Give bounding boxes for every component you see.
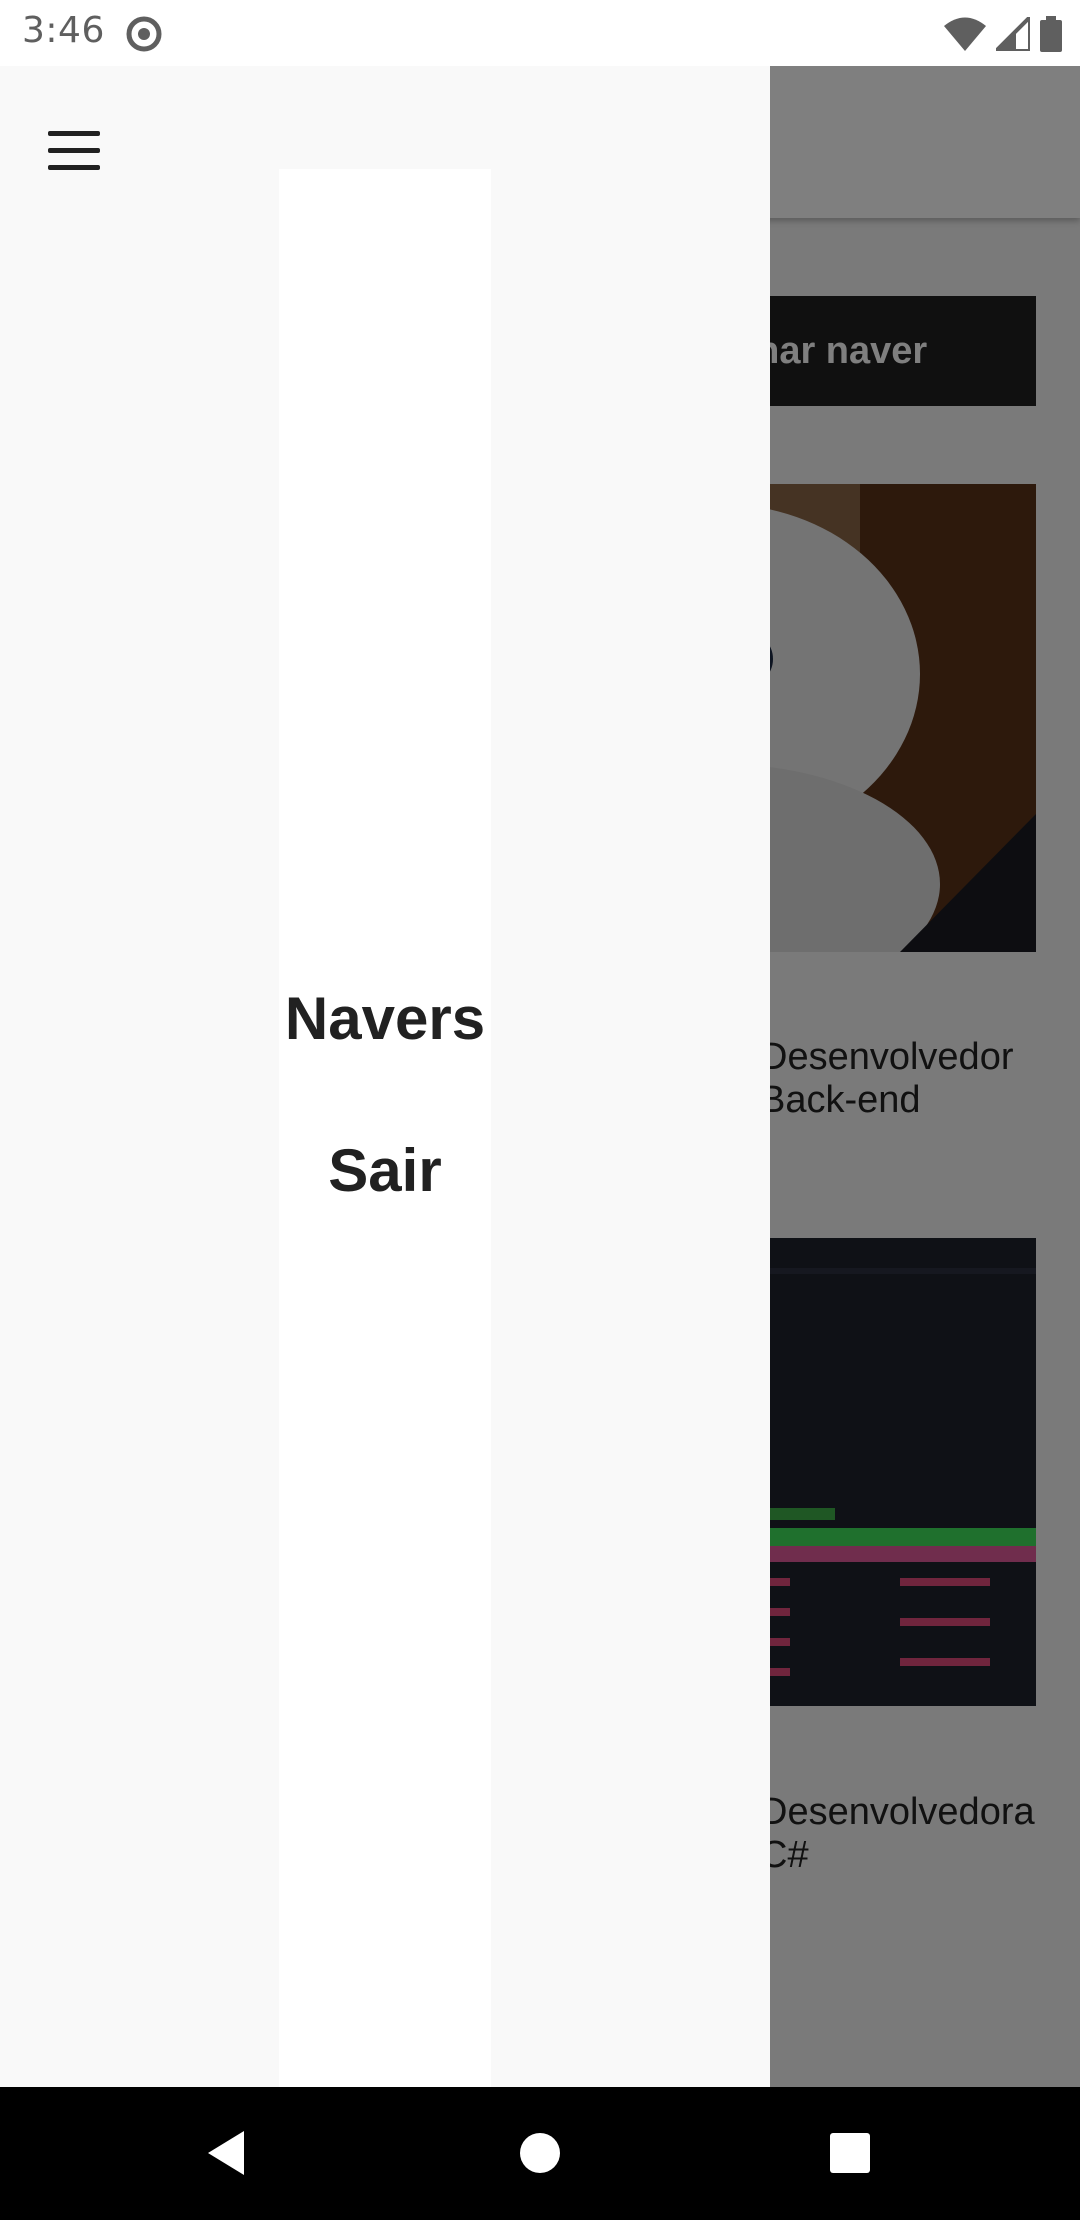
status-time: 3:46 [22, 10, 105, 51]
drawer-menu-panel [279, 169, 491, 2087]
sync-icon [126, 16, 162, 52]
system-navigation-bar [0, 2087, 1080, 2220]
status-icons [944, 14, 1062, 54]
recents-icon[interactable] [820, 2123, 880, 2183]
signal-icon [996, 17, 1030, 51]
navigation-drawer: Navers Sair [0, 66, 770, 2087]
battery-icon [1040, 16, 1062, 52]
drawer-item-sair[interactable]: Sair [279, 1136, 491, 1205]
home-icon[interactable] [510, 2123, 570, 2183]
back-icon[interactable] [196, 2123, 256, 2183]
menu-icon[interactable] [36, 112, 112, 188]
wifi-icon [944, 17, 986, 51]
drawer-item-navers[interactable]: Navers [279, 984, 491, 1053]
status-bar: 3:46 [0, 0, 1080, 66]
